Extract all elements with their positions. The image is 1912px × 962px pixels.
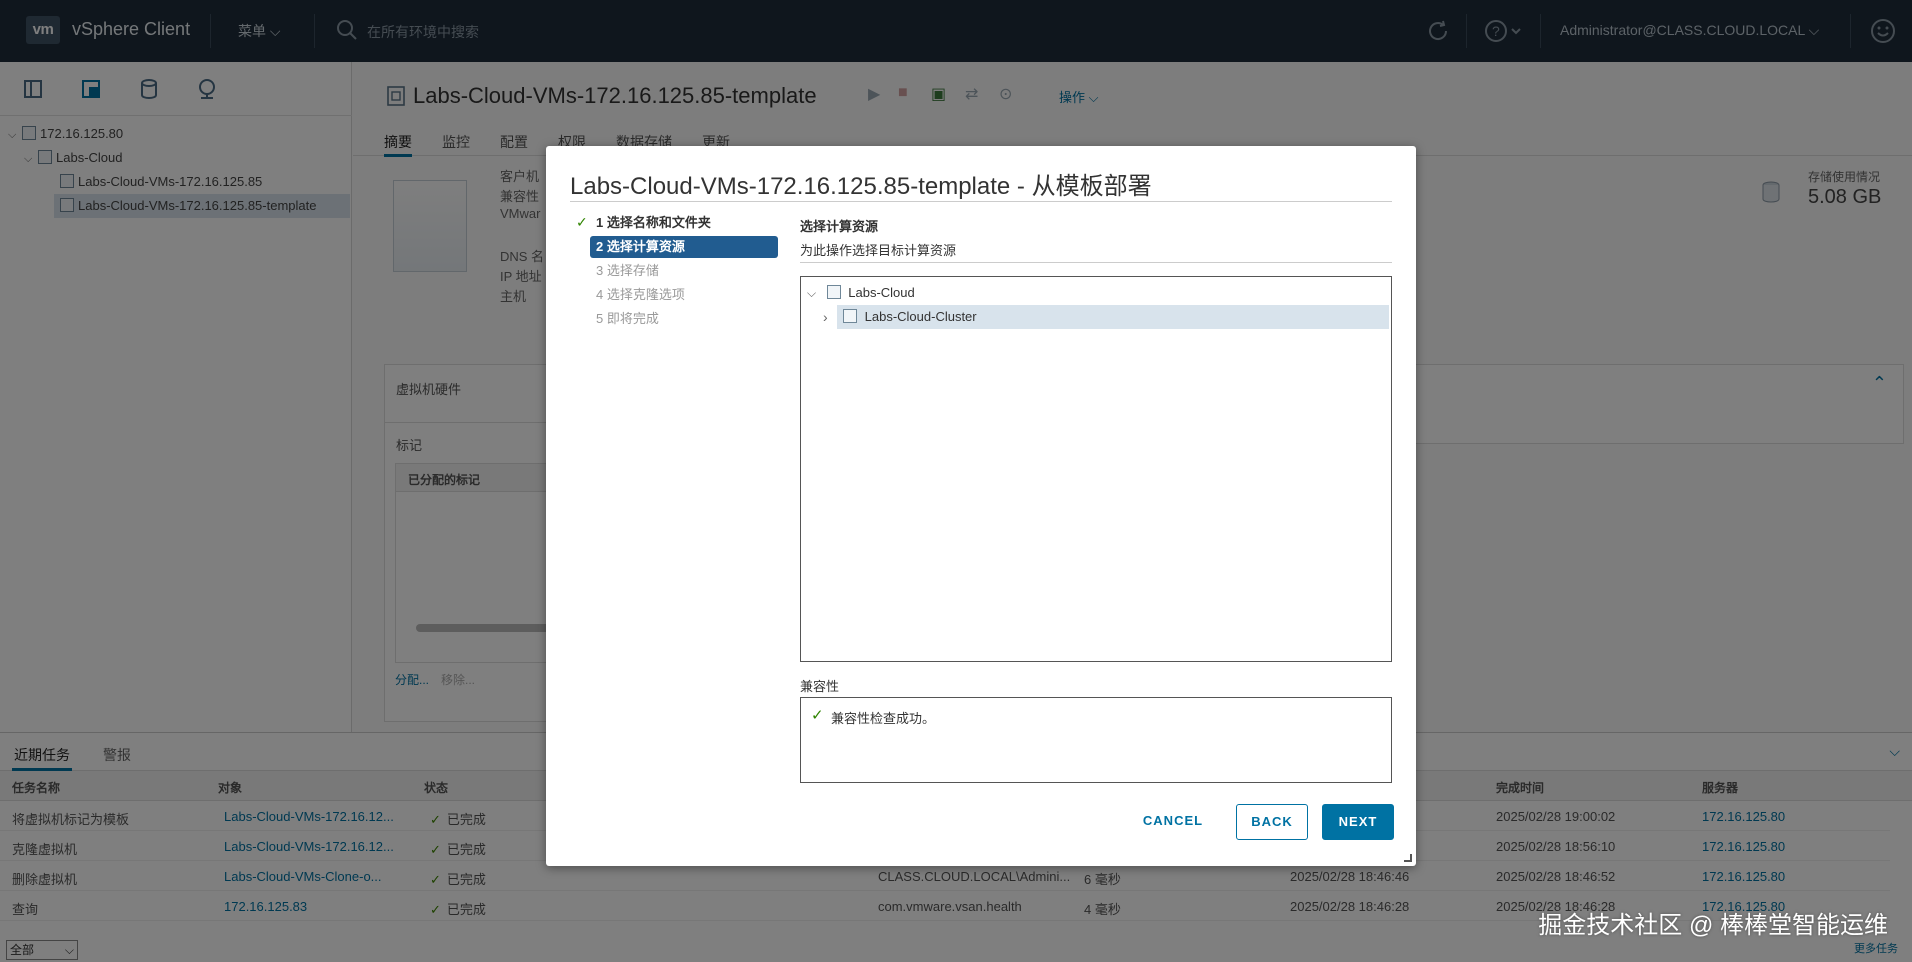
chevron-down-icon[interactable]: ⌵ bbox=[807, 281, 823, 305]
section-subtitle: 为此操作选择目标计算资源 bbox=[800, 243, 957, 258]
tree-label: Labs-Cloud bbox=[848, 285, 915, 300]
section-title: 选择计算资源 bbox=[800, 219, 879, 234]
compatibility-message: 兼容性检查成功。 bbox=[831, 711, 936, 726]
compatibility-box: ✓ 兼容性检查成功。 bbox=[800, 697, 1392, 783]
check-icon: ✓ bbox=[576, 214, 588, 230]
cancel-button[interactable]: CANCEL bbox=[1136, 804, 1210, 840]
wizard-step-5: 5 即将完成 bbox=[596, 311, 659, 326]
watermark: 掘金技术社区 @ 棒棒堂智能运维 bbox=[1538, 912, 1888, 939]
wizard-step-4: 4 选择克隆选项 bbox=[596, 287, 685, 302]
compute-resource-tree: ⌵ Labs-Cloud › Labs-Cloud-Cluster bbox=[800, 276, 1392, 662]
deploy-from-template-dialog: Labs-Cloud-VMs-172.16.125.85-template - … bbox=[546, 146, 1416, 866]
cluster-icon bbox=[843, 309, 857, 323]
tree-node-cluster[interactable]: › Labs-Cloud-Cluster bbox=[823, 305, 1389, 329]
dialog-title: Labs-Cloud-VMs-172.16.125.85-template - … bbox=[570, 173, 1152, 200]
resize-handle-icon[interactable] bbox=[1404, 854, 1412, 862]
check-icon: ✓ bbox=[811, 707, 824, 724]
wizard-step-2[interactable]: 2 选择计算资源 bbox=[590, 236, 778, 258]
datacenter-icon bbox=[826, 285, 841, 299]
back-button[interactable]: BACK bbox=[1236, 804, 1308, 840]
divider bbox=[800, 262, 1392, 263]
next-button[interactable]: NEXT bbox=[1322, 804, 1394, 840]
chevron-right-icon[interactable]: › bbox=[823, 305, 828, 329]
tree-node-datacenter[interactable]: ⌵ Labs-Cloud bbox=[807, 281, 915, 305]
compatibility-label: 兼容性 bbox=[800, 679, 840, 694]
tree-label: Labs-Cloud-Cluster bbox=[864, 309, 977, 324]
wizard-step-3: 3 选择存储 bbox=[596, 263, 659, 278]
wizard-step-1[interactable]: 1 选择名称和文件夹 bbox=[590, 212, 778, 234]
divider bbox=[570, 201, 1392, 202]
